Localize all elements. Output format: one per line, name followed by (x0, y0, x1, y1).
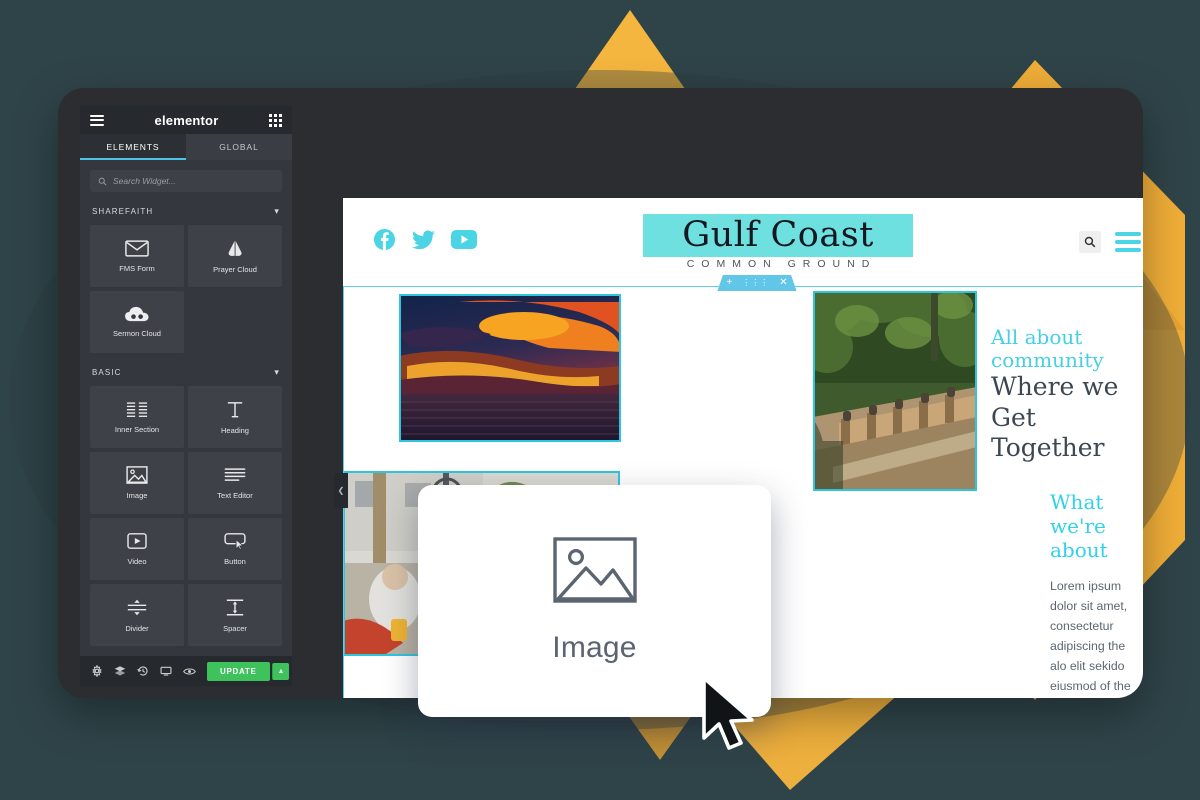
close-x-icon[interactable]: ✕ (779, 277, 787, 288)
image-placeholder-icon (552, 537, 637, 603)
widget-grid-sharefaith: FMS Form Prayer Cloud Sermon Cloud (90, 225, 282, 353)
text-t-icon (227, 401, 243, 417)
category-header-basic[interactable]: BASIC ▾ (90, 365, 282, 386)
site-logo[interactable]: Gulf Coast COMMON GROUND (477, 214, 1079, 278)
plus-icon[interactable]: + (726, 277, 732, 288)
elementor-brand: elementor (154, 112, 219, 128)
social-links (373, 228, 477, 256)
tab-elements[interactable]: ELEMENTS (80, 134, 186, 160)
chevron-left-icon[interactable]: ❮ (334, 473, 348, 508)
grid-apps-icon[interactable] (269, 113, 282, 127)
widget-grid-basic: Inner Section Heading Image Text Editor … (90, 386, 282, 646)
chevron-down-icon[interactable]: ▾ (274, 367, 280, 378)
widget-label: Inner Section (114, 424, 160, 434)
photo-row-top (343, 294, 813, 442)
update-button[interactable]: UPDATE (207, 661, 270, 681)
update-group: UPDATE ▲ (207, 661, 290, 681)
widget-label: Video (127, 557, 147, 566)
text-lines-icon (224, 467, 246, 481)
text-block-what-were-about: What we're about Lorem ipsum dolor sit a… (991, 490, 1143, 699)
widget-sermon-cloud[interactable]: Sermon Cloud (90, 291, 184, 353)
hamburger-menu-icon[interactable] (1115, 232, 1141, 252)
widget-text-editor[interactable]: Text Editor (188, 452, 282, 514)
category-label: BASIC (92, 368, 122, 377)
widget-button[interactable]: Button (188, 518, 282, 580)
sunset-ocean-photo[interactable] (399, 294, 621, 442)
text-column: All about community Where we Get Togethe… (977, 286, 1143, 698)
panel-footer-toolbar: UPDATE ▲ (80, 656, 292, 686)
category-label: SHAREFAITH (92, 207, 154, 216)
widget-heading[interactable]: Heading (188, 386, 282, 448)
widget-label: Spacer (223, 623, 247, 633)
widget-video[interactable]: Video (90, 518, 184, 580)
elementor-panel: elementor ELEMENTS GLOBAL Search Widget.… (80, 106, 292, 686)
settings-gear-icon[interactable] (91, 665, 103, 677)
boardwalk-forest-photo[interactable] (813, 291, 977, 491)
hamburger-icon[interactable] (90, 114, 104, 126)
right-region: All about community Where we Get Togethe… (813, 286, 1143, 698)
widget-label: Sermon Cloud (113, 329, 161, 338)
praying-hands-icon (228, 240, 242, 256)
widget-image[interactable]: Image (90, 452, 184, 514)
widget-label: Prayer Cloud (213, 264, 257, 274)
twitter-icon[interactable] (412, 229, 435, 255)
preview-eye-icon[interactable] (183, 666, 196, 677)
spacer-icon (226, 599, 244, 615)
video-play-icon (127, 533, 147, 549)
block-body: Lorem ipsum dolor sit amet, consectetur … (1050, 578, 1131, 693)
widget-label: FMS Form (119, 263, 155, 273)
widget-fms-form[interactable]: FMS Form (90, 225, 184, 287)
button-cursor-icon (224, 533, 246, 550)
section-kicker: All about community (991, 325, 1104, 372)
facebook-icon[interactable] (373, 228, 396, 256)
widget-divider[interactable]: Divider (90, 584, 184, 646)
widget-label: Divider (125, 623, 149, 633)
envelope-icon (125, 239, 149, 257)
widget-inner-section[interactable]: Inner Section (90, 386, 184, 448)
image-icon (126, 466, 148, 484)
widget-label: Image (126, 491, 148, 500)
divider-icon (127, 599, 147, 615)
drag-dots-icon[interactable]: ⋮⋮⋮ (742, 278, 769, 287)
panel-header: elementor (80, 106, 292, 134)
search-placeholder: Search Widget... (113, 176, 176, 186)
responsive-mode-icon[interactable] (160, 665, 172, 677)
logo-tagline: COMMON GROUND (686, 257, 877, 270)
panel-tabs: ELEMENTS GLOBAL (80, 134, 292, 160)
tab-global[interactable]: GLOBAL (186, 134, 292, 160)
panel-body: Search Widget... SHAREFAITH ▾ FMS Form P… (80, 160, 292, 656)
site-header: Gulf Coast COMMON GROUND (343, 198, 1143, 286)
drag-card-label: Image (552, 631, 637, 664)
logo-name: Gulf Coast (682, 215, 874, 256)
columns-icon (126, 401, 148, 417)
navigator-layers-icon[interactable] (114, 665, 126, 677)
history-revisions-icon[interactable] (137, 665, 149, 677)
category-header-sharefaith[interactable]: SHAREFAITH ▾ (90, 204, 282, 225)
widget-label: Heading (221, 425, 249, 435)
widget-label: Text Editor (217, 490, 253, 500)
search-widget-input[interactable]: Search Widget... (90, 170, 282, 192)
header-actions (1079, 231, 1141, 253)
caret-up-icon[interactable]: ▲ (271, 662, 290, 680)
widget-label: Button (224, 557, 246, 566)
search-icon[interactable] (1079, 231, 1101, 253)
youtube-icon[interactable] (451, 230, 477, 254)
widget-prayer-cloud[interactable]: Prayer Cloud (188, 225, 282, 287)
chevron-down-icon[interactable]: ▾ (274, 206, 280, 217)
arrow-cursor (702, 676, 754, 750)
section-toolbar[interactable]: + ⋮⋮⋮ ✕ (717, 275, 797, 291)
section-headline: Where we Get Together (991, 372, 1119, 462)
logo-band: Gulf Coast (643, 214, 913, 257)
widget-spacer[interactable]: Spacer (188, 584, 282, 646)
block-heading: What we're about (1050, 489, 1108, 562)
cloud-headphones-icon (124, 306, 149, 322)
search-icon (98, 177, 107, 185)
